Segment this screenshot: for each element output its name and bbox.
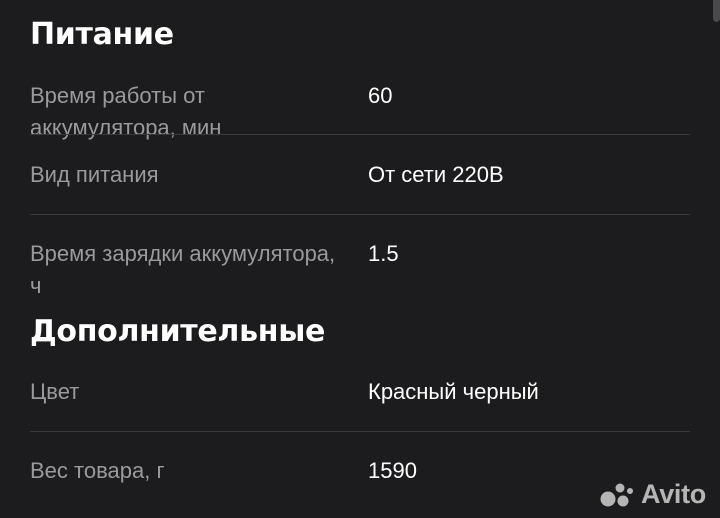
section-title-additional: Дополнительные: [30, 314, 326, 349]
spec-value-battery-runtime: 60: [368, 83, 393, 108]
spec-label-weight: Вес товара, г: [30, 458, 165, 483]
scrollbar[interactable]: [713, 0, 720, 22]
row-divider: [30, 431, 690, 432]
spec-value-power-type: От сети 220В: [368, 162, 504, 187]
spec-value-weight: 1590: [368, 458, 417, 483]
spec-label-charge-time: Время зарядки аккумулятора, ч: [30, 241, 336, 298]
watermark-text: Avito: [641, 479, 706, 509]
spec-value-charge-time: 1.5: [368, 241, 399, 266]
spec-label-color: Цвет: [30, 379, 80, 404]
section-title-power: Питание: [30, 17, 174, 52]
avito-watermark: Avito: [599, 479, 706, 510]
spec-label-power-type: Вид питания: [30, 162, 159, 187]
row-divider: [30, 214, 690, 215]
row-divider: [30, 134, 690, 135]
avito-logo-icon: [600, 483, 633, 506]
spec-value-color: Красный черный: [368, 379, 539, 404]
